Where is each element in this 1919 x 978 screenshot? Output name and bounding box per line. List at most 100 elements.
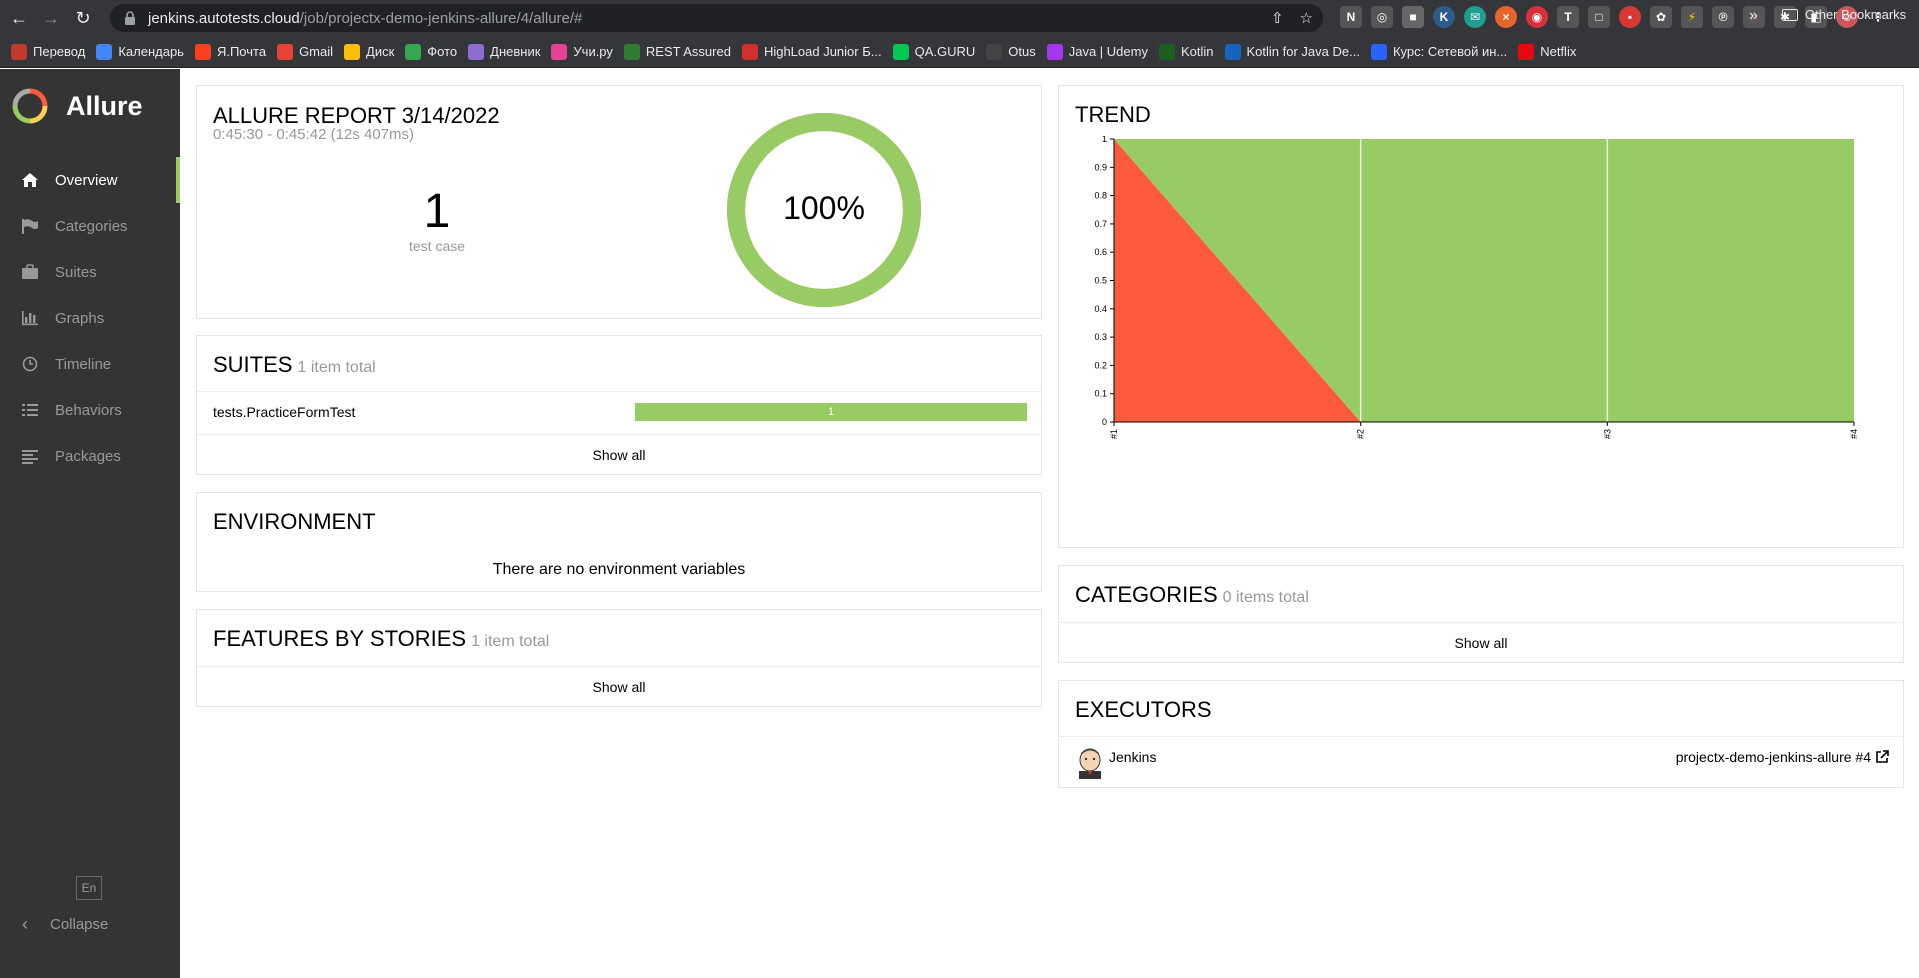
share-icon[interactable]: ⇧ — [1271, 9, 1284, 27]
globe-icon[interactable]: ◎ — [1371, 6, 1393, 28]
executor-build-link[interactable]: projectx-demo-jenkins-allure #4 — [1676, 749, 1889, 765]
bookmark-favicon-icon — [405, 43, 422, 60]
translate-icon[interactable]: T — [1557, 6, 1579, 28]
sidebar-item-categories[interactable]: Categories — [0, 203, 180, 249]
reload-icon[interactable]: ↻ — [70, 5, 96, 31]
trend-x-tick-label: #2 — [1356, 429, 1366, 439]
language-switch[interactable]: En — [76, 876, 102, 900]
bookmark-item[interactable]: Kotlin for Java De... — [1224, 43, 1360, 60]
bookmark-item[interactable]: Фото — [405, 43, 458, 60]
bookmark-item[interactable]: Диск — [344, 43, 395, 60]
notion-icon[interactable]: N — [1340, 6, 1362, 28]
categories-show-all-link[interactable]: Show all — [1059, 622, 1903, 662]
target-icon[interactable]: ◉ — [1526, 6, 1548, 28]
report-time: 0:45:30 - 0:45:42 (12s 407ms) — [213, 126, 414, 143]
extension-icon[interactable]: ■ — [1402, 6, 1424, 28]
bookmark-favicon-icon — [11, 43, 27, 60]
chevron-left-icon: ‹ — [22, 914, 28, 934]
home-icon — [19, 171, 41, 189]
trend-x-tick-label: #4 — [1849, 429, 1859, 439]
environment-title: ENVIRONMENT — [213, 509, 376, 534]
bookmark-item[interactable]: Otus — [986, 43, 1036, 60]
bookmark-favicon-icon — [741, 43, 758, 60]
bookmark-item[interactable]: Я.Почта — [194, 43, 266, 60]
extension-icon[interactable]: K — [1433, 6, 1455, 28]
bookmark-item[interactable]: Курс: Сетевой ин... — [1370, 43, 1507, 60]
trend-y-tick-label: 0.7 — [1094, 219, 1107, 229]
external-link-icon — [1876, 750, 1889, 763]
bar-chart-icon — [19, 309, 41, 327]
trend-y-tick-label: 1 — [1102, 136, 1107, 144]
mail-extension-icon[interactable]: ✉ — [1464, 6, 1486, 28]
trend-widget: TREND 0 0.1 0.2 0.3 0.4 0.5 0.6 0.7 0.8 0.9 1 #1 #2 #… — [1058, 85, 1904, 548]
sidebar-item-label: Suites — [55, 263, 97, 281]
bookmark-label: Диск — [366, 44, 395, 59]
extension-icon[interactable]: ℗ — [1712, 6, 1734, 28]
bookmark-favicon-icon — [194, 43, 211, 60]
suite-passed-count: 1 — [827, 406, 835, 418]
trend-y-tick-label: 0 — [1102, 417, 1107, 427]
allure-logo-icon — [12, 88, 48, 124]
bookmark-favicon-icon — [1046, 43, 1063, 60]
sidebar-item-overview[interactable]: Overview — [0, 157, 180, 203]
bookmark-favicon-icon — [1370, 43, 1387, 60]
sidebar-item-graphs[interactable]: Graphs — [0, 295, 180, 341]
bookmark-item[interactable]: Календарь — [96, 43, 184, 60]
bookmark-item[interactable]: Java | Udemy — [1046, 43, 1148, 60]
lightning-icon[interactable]: ⚡ — [1681, 6, 1703, 28]
bookmark-item[interactable]: HighLoad Junior Б... — [741, 43, 882, 60]
sidebar-item-behaviors[interactable]: Behaviors — [0, 387, 180, 433]
forward-icon[interactable]: → — [38, 5, 64, 31]
allure-logo[interactable]: Allure — [12, 88, 143, 124]
suite-status-bar: 1 — [635, 403, 1027, 421]
trend-chart: 0 0.1 0.2 0.3 0.4 0.5 0.6 0.7 0.8 0.9 1 #1 #2 #3 #4 — [1094, 136, 1859, 439]
folder-icon — [1782, 8, 1798, 21]
briefcase-icon — [19, 263, 41, 281]
browser-toolbar: ← → ↻ jenkins.autotests.cloud/job/projec… — [0, 0, 1919, 36]
categories-widget: CATEGORIES 0 items total Show all — [1058, 565, 1904, 663]
extension-icon[interactable]: ▪ — [1619, 6, 1641, 28]
bookmark-label: Kotlin — [1180, 44, 1214, 59]
trend-y-tick-label: 0.6 — [1094, 247, 1107, 257]
sidebar-item-packages[interactable]: Packages — [0, 433, 180, 479]
sidebar-item-suites[interactable]: Suites — [0, 249, 180, 295]
features-widget: FEATURES BY STORIES 1 item total Show all — [196, 609, 1042, 707]
sidebar-item-timeline[interactable]: Timeline — [0, 341, 180, 387]
bookmark-favicon-icon — [277, 43, 294, 60]
suites-subtitle: 1 item total — [297, 359, 376, 376]
bookmark-item[interactable]: Дневник — [468, 43, 540, 60]
collapse-button[interactable]: ‹ Collapse — [22, 914, 108, 935]
success-rate-label: 100% — [783, 190, 865, 226]
back-icon[interactable]: ← — [6, 5, 32, 31]
sidebar-item-label: Timeline — [55, 355, 112, 373]
bookmark-item[interactable]: Перевод — [11, 43, 85, 60]
suites-title: SUITES — [213, 352, 293, 377]
sidebar-item-label: Graphs — [55, 309, 105, 327]
bookmark-label: Java | Udemy — [1068, 44, 1148, 59]
bookmark-item[interactable]: Gmail — [277, 43, 333, 60]
suite-row[interactable]: tests.PracticeFormTest 1 — [197, 391, 1041, 431]
bookmark-item[interactable]: REST Assured — [623, 43, 731, 60]
url-text: jenkins.autotests.cloud/job/projectx-dem… — [148, 9, 583, 27]
extension-icon[interactable]: □ — [1588, 6, 1610, 28]
trend-title: TREND — [1075, 102, 1151, 127]
bookmark-star-icon[interactable]: ☆ — [1300, 9, 1313, 27]
bookmark-favicon-icon — [1518, 43, 1535, 60]
bookmark-favicon-icon — [892, 43, 909, 60]
bookmark-item[interactable]: Учи.ру — [551, 43, 613, 60]
test-case-label: test case — [408, 238, 466, 254]
bookmark-item[interactable]: Netflix — [1518, 43, 1576, 60]
extension-icon[interactable]: ✿ — [1650, 6, 1672, 28]
bookmark-item[interactable]: QA.GURU — [892, 43, 975, 60]
bookmark-favicon-icon — [1224, 43, 1241, 60]
bookmark-item[interactable]: Kotlin — [1158, 43, 1214, 60]
address-bar[interactable]: jenkins.autotests.cloud/job/projectx-dem… — [110, 4, 1323, 32]
other-bookmarks[interactable]: Other Bookmarks — [1782, 7, 1906, 22]
features-show-all-link[interactable]: Show all — [197, 666, 1041, 706]
suites-show-all-link[interactable]: Show all — [197, 434, 1041, 474]
extension-icon[interactable]: × — [1495, 6, 1517, 28]
bookmark-favicon-icon — [986, 43, 1003, 60]
bookmark-label: Фото — [427, 44, 458, 59]
bookmarks-overflow-icon[interactable]: » — [1749, 7, 1758, 25]
brand-name: Allure — [66, 90, 143, 121]
